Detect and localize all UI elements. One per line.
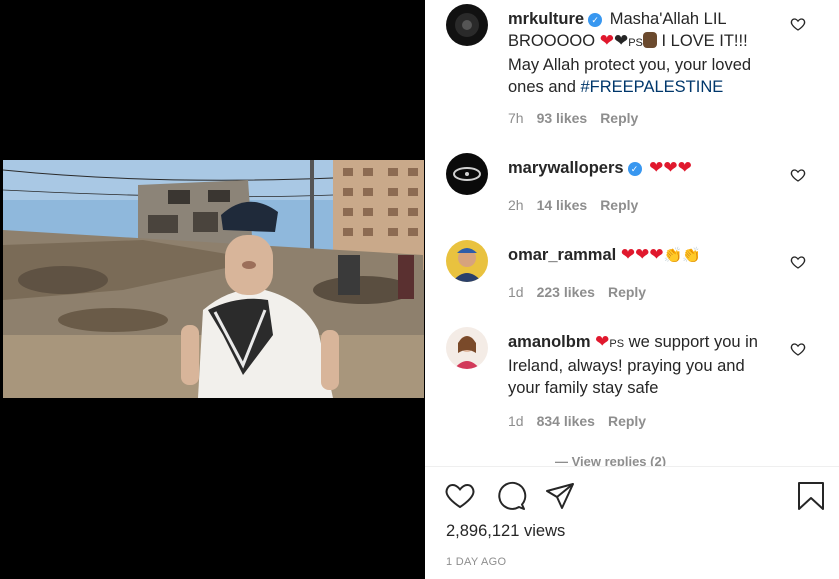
- hashtag-link[interactable]: #FREEPALESTINE: [581, 78, 724, 96]
- comment-like-heart-icon[interactable]: [790, 167, 806, 183]
- ps-label: PS: [628, 37, 643, 49]
- comment-time[interactable]: 1d: [508, 284, 524, 300]
- comment-like-heart-icon[interactable]: [790, 16, 806, 32]
- verified-badge-icon: ✓: [627, 162, 642, 176]
- comment-time[interactable]: 1d: [508, 413, 524, 429]
- comment-meta: 1d 834 likes Reply: [508, 413, 659, 429]
- black-heart-emoji: ❤: [613, 31, 629, 50]
- post-media[interactable]: [0, 0, 425, 579]
- comment-text: amanolbm ❤PS we support you in Ireland, …: [508, 331, 778, 399]
- video-frame[interactable]: [3, 160, 424, 398]
- comment-time[interactable]: 7h: [508, 110, 524, 126]
- comment-like-heart-icon[interactable]: [790, 254, 806, 270]
- comment-likes[interactable]: 834 likes: [537, 413, 595, 429]
- comment-text: mrkulture ✓ Masha'Allah LIL BROOOOO ❤❤PS …: [508, 8, 778, 98]
- comments-list[interactable]: mrkulture ✓ Masha'Allah LIL BROOOOO ❤❤PS …: [425, 0, 839, 466]
- red-heart-emoji: ❤❤❤: [620, 245, 664, 264]
- comment-bubble-icon[interactable]: [495, 480, 527, 512]
- reply-button[interactable]: Reply: [608, 284, 646, 300]
- red-heart-emoji: ❤: [599, 31, 614, 50]
- clapping-hands-emoji: 👏👏: [663, 247, 701, 264]
- comment-time[interactable]: 2h: [508, 197, 524, 213]
- comment-meta: 1d 223 likes Reply: [508, 284, 659, 300]
- comment-likes[interactable]: 93 likes: [537, 110, 588, 126]
- reply-button[interactable]: Reply: [600, 197, 638, 213]
- ps-label: PS: [609, 338, 625, 350]
- raised-fist-emoji: [642, 32, 657, 48]
- comment-like-heart-icon[interactable]: [790, 341, 806, 357]
- avatar[interactable]: [446, 327, 488, 369]
- avatar[interactable]: [446, 4, 488, 46]
- views-count[interactable]: 2,896,121 views: [446, 522, 565, 541]
- avatar-image: [446, 153, 488, 195]
- red-heart-emoji: ❤❤❤: [649, 158, 692, 177]
- divider: [425, 466, 839, 467]
- post-actions: [425, 480, 839, 516]
- comment-text: omar_rammal ❤❤❤👏👏: [508, 244, 778, 267]
- comment-likes[interactable]: 223 likes: [537, 284, 595, 300]
- comment-text: marywallopers ✓ ❤❤❤: [508, 157, 778, 179]
- comment-username[interactable]: marywallopers: [508, 159, 624, 177]
- verified-badge-icon: ✓: [588, 13, 603, 27]
- like-heart-icon[interactable]: [444, 480, 476, 512]
- avatar-image: [446, 240, 488, 282]
- comment-username[interactable]: amanolbm: [508, 333, 591, 351]
- bookmark-icon[interactable]: [795, 480, 827, 512]
- video-thumbnail: [3, 160, 424, 398]
- comment-meta: 2h 14 likes Reply: [508, 197, 651, 213]
- comment-username[interactable]: mrkulture: [508, 10, 584, 28]
- reply-button[interactable]: Reply: [608, 413, 646, 429]
- views-count-text: 2,896,121 views: [446, 522, 566, 540]
- avatar[interactable]: [446, 153, 488, 195]
- red-heart-emoji: ❤: [595, 332, 610, 351]
- avatar-image: [446, 327, 488, 369]
- share-plane-icon[interactable]: [544, 480, 576, 512]
- comment-likes[interactable]: 14 likes: [537, 197, 588, 213]
- post-date[interactable]: 1 DAY AGO: [446, 556, 506, 568]
- reply-button[interactable]: Reply: [600, 110, 638, 126]
- avatar-image: [446, 4, 488, 46]
- comment-username[interactable]: omar_rammal: [508, 246, 616, 264]
- view-replies-link[interactable]: — View replies (2): [555, 454, 666, 466]
- comments-panel: mrkulture ✓ Masha'Allah LIL BROOOOO ❤❤PS …: [425, 0, 839, 579]
- comment-meta: 7h 93 likes Reply: [508, 110, 651, 126]
- avatar[interactable]: [446, 240, 488, 282]
